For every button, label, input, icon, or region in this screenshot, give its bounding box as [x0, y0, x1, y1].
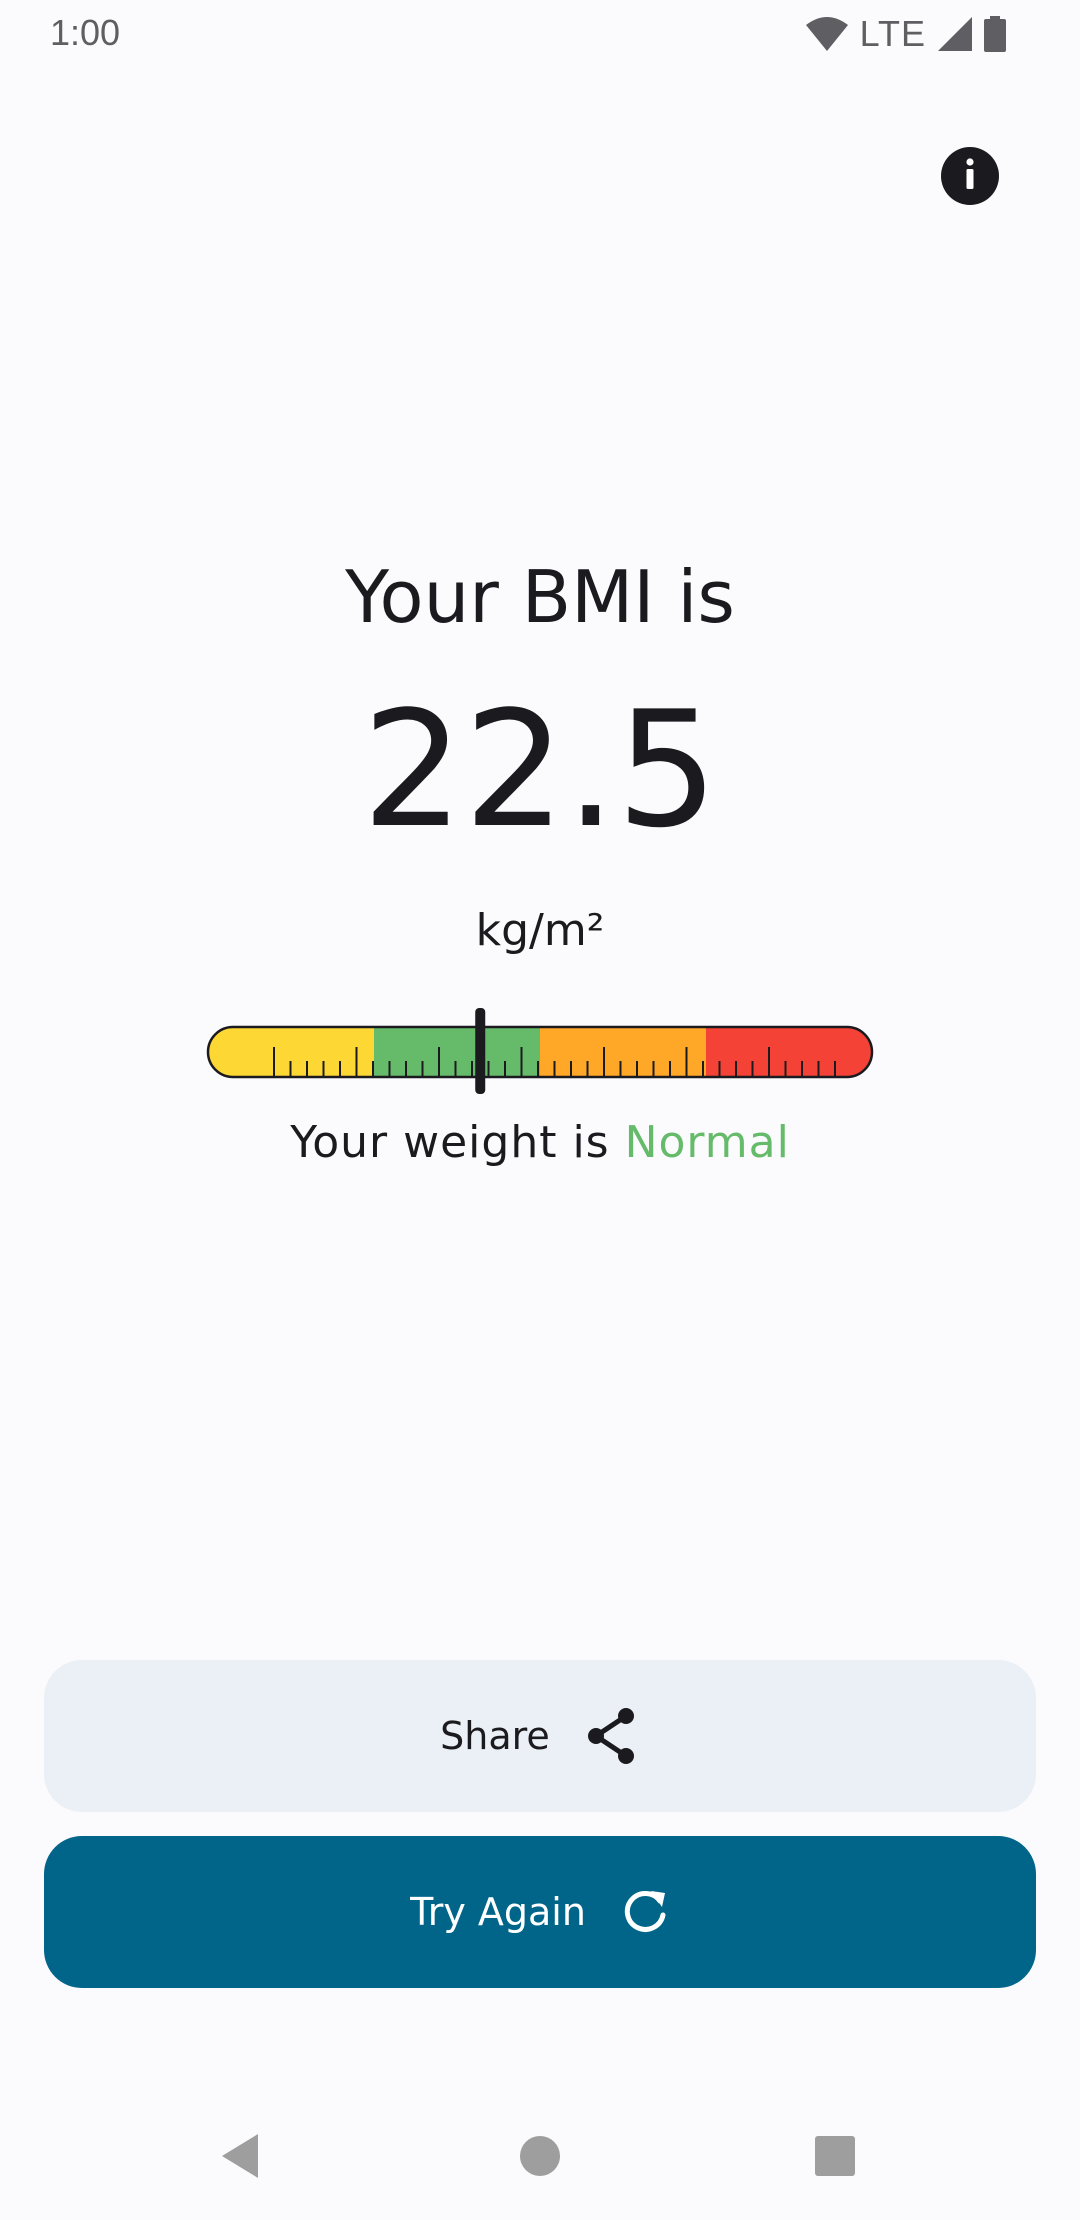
weight-category: Normal [624, 1117, 790, 1168]
status-time: 1:00 [50, 12, 121, 53]
info-button[interactable] [941, 147, 999, 205]
share-icon [584, 1706, 640, 1766]
info-icon [960, 157, 980, 195]
result-title: Your BMI is [345, 555, 735, 639]
gauge-segment [706, 1027, 872, 1077]
wifi-icon [805, 17, 848, 51]
home-button[interactable] [510, 2126, 570, 2186]
status-bar: 1:00 LTE [0, 0, 1080, 66]
home-icon [510, 2136, 570, 2190]
share-button-label: Share [440, 1714, 550, 1758]
try-again-button-label: Try Again [410, 1890, 586, 1934]
system-nav-bar [0, 2088, 1080, 2220]
weight-status: Your weight is Normal [0, 1117, 1080, 1168]
recents-button[interactable] [805, 2126, 865, 2186]
back-button[interactable] [214, 2126, 274, 2186]
weight-status-prefix: Your weight is [290, 1117, 625, 1168]
battery-icon [984, 16, 1006, 52]
bmi-gauge-scale [206, 1008, 874, 1094]
bmi-indicator [475, 1008, 486, 1094]
bmi-unit: kg/m² [475, 905, 605, 956]
bmi-value: 22.5 [361, 676, 719, 863]
bmi-gauge [205, 1005, 875, 1099]
network-type: LTE [859, 13, 926, 54]
recents-icon [805, 2136, 865, 2190]
gauge-segment [374, 1027, 541, 1077]
back-icon [214, 2134, 274, 2190]
share-button[interactable]: Share [44, 1660, 1036, 1812]
status-icons: LTE [805, 13, 1006, 54]
gauge-segment [540, 1027, 707, 1077]
refresh-icon [620, 1887, 670, 1937]
cell-signal-icon [938, 17, 972, 51]
try-again-button[interactable]: Try Again [44, 1836, 1036, 1988]
